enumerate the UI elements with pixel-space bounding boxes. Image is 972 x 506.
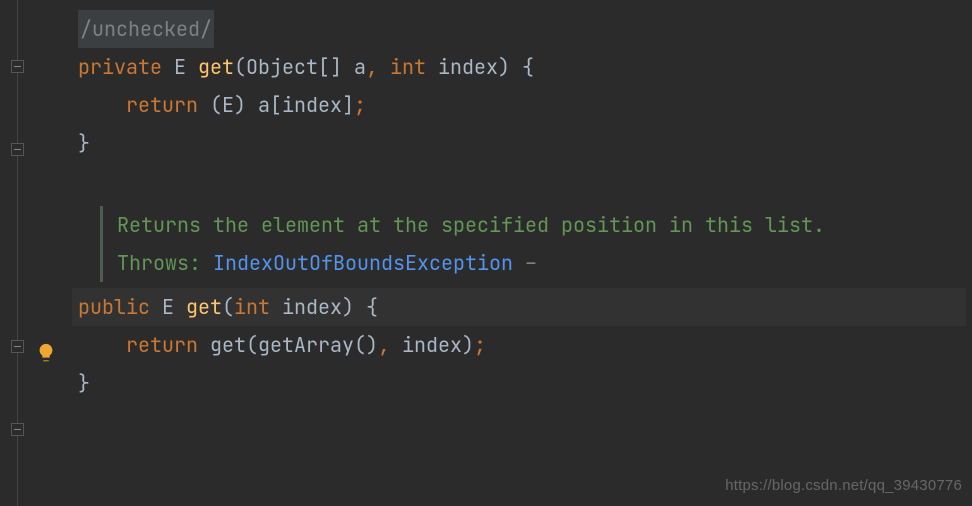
code-editor[interactable]: /unchecked/ private E get(Object[] a, in… <box>78 10 972 402</box>
code-line-highlighted: public E get(int index) { <box>72 288 966 326</box>
code-line: /unchecked/ <box>78 10 972 48</box>
annotation-text: /unchecked/ <box>78 10 214 48</box>
code-line: } <box>78 364 972 402</box>
lightbulb-icon[interactable] <box>35 338 57 360</box>
code-line: private E get(Object[] a, int index) { <box>78 48 972 86</box>
code-line: return (E) a[index]; <box>78 86 972 124</box>
watermark-text: https://blog.csdn.net/qq_39430776 <box>725 472 962 501</box>
blank-line <box>78 162 972 200</box>
javadoc-block: Returns the element at the specified pos… <box>100 206 972 282</box>
code-line: } <box>78 124 972 162</box>
fold-marker-icon[interactable] <box>11 423 24 436</box>
fold-marker-icon[interactable] <box>11 60 24 73</box>
fold-marker-icon[interactable] <box>11 143 24 156</box>
code-line: return get(getArray(), index); <box>78 326 972 364</box>
fold-marker-icon[interactable] <box>11 340 24 353</box>
exception-link[interactable]: IndexOutOfBoundsException <box>213 244 513 282</box>
javadoc-throws: Throws: IndexOutOfBoundsException – <box>117 244 972 282</box>
javadoc-summary: Returns the element at the specified pos… <box>117 206 972 244</box>
editor-gutter <box>0 0 30 506</box>
